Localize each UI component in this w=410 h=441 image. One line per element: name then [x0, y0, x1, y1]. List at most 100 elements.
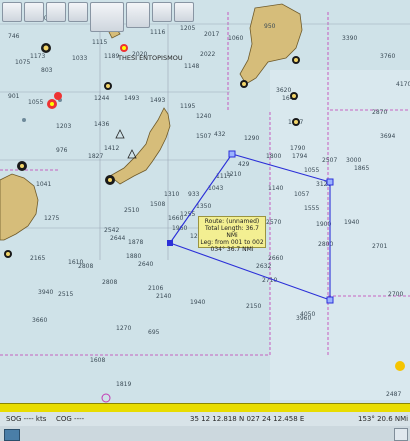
depth-sounding: 3660: [32, 317, 47, 324]
depth-sounding: 901: [8, 93, 20, 100]
depth-sounding: 1880: [126, 253, 141, 260]
depth-sounding: 3620: [276, 87, 291, 94]
depth-sounding: 1270: [116, 325, 131, 332]
depth-sounding: 2660: [268, 255, 283, 262]
depth-sounding: 2570: [266, 219, 281, 226]
menu-button[interactable]: [2, 2, 22, 22]
depth-sounding: 1610: [68, 259, 83, 266]
route-waypoint-001[interactable]: [167, 240, 173, 246]
depth-sounding: 1041: [36, 181, 51, 188]
depth-sounding: 2808: [102, 279, 117, 286]
place-label: THESI ENTOPISMOU: [117, 54, 183, 62]
depth-sounding: 933: [188, 191, 200, 198]
depth-sounding: 1203: [56, 123, 71, 130]
depth-sounding: 2510: [124, 207, 139, 214]
depth-sounding: 1350: [196, 203, 211, 210]
zoom-out-button[interactable]: [46, 2, 66, 22]
nautical-chart[interactable]: 7461029111511161205201720221060950339037…: [0, 0, 410, 403]
depth-sounding: 1310: [164, 191, 179, 198]
depth-sounding: 1290: [244, 135, 259, 142]
depth-sounding: 2165: [30, 255, 45, 262]
depth-sounding: 1115: [92, 39, 107, 46]
tools-button[interactable]: [174, 2, 194, 22]
depth-sounding: 1900: [316, 221, 331, 228]
depth-sounding: 1507: [196, 133, 211, 140]
depth-sounding: 3940: [38, 289, 53, 296]
depth-sounding: 1244: [94, 95, 109, 102]
depth-sounding: 3694: [380, 133, 395, 140]
info-bar: SOG ---- kts COG ---- 35 12 12.818 N 027…: [0, 412, 410, 426]
depth-sounding: 1055: [28, 99, 43, 106]
depth-sounding: 1173: [30, 53, 45, 60]
depth-sounding: 1878: [128, 239, 143, 246]
chart-icon[interactable]: [4, 429, 20, 441]
depth-sounding: 2150: [246, 303, 261, 310]
depth-sounding: 4170: [396, 81, 410, 88]
depth-sounding: 1800: [266, 153, 281, 160]
depth-sounding: 1240: [196, 113, 211, 120]
bottom-bar: [0, 426, 410, 441]
depth-sounding: 2640: [138, 261, 153, 268]
depth-sounding: 3390: [342, 35, 357, 42]
depth-sounding: 1508: [150, 201, 165, 208]
depth-sounding: 1148: [184, 63, 199, 70]
bearing-distance-readout: 153° 20.6 NMi: [358, 415, 409, 423]
depth-sounding: 1075: [15, 59, 30, 66]
route-tooltip-line: 034° 36.7 NMi: [210, 246, 254, 253]
route-tooltip: Route: (unnamed) Total Length: 36.7 NMi …: [198, 216, 266, 253]
depth-sounding: 2700: [388, 291, 403, 298]
position-readout: 35 12 12.818 N 027 24 12.458 E: [190, 415, 305, 423]
depth-sounding: 1794: [292, 153, 307, 160]
depth-sounding: 2644: [110, 235, 125, 242]
route-waypoint-004[interactable]: [326, 296, 334, 304]
depth-sounding: 1275: [44, 215, 59, 222]
depth-sounding: 2542: [104, 227, 119, 234]
route-tooltip-line: Leg: from 001 to 002: [200, 239, 264, 246]
depth-sounding: 803: [41, 67, 53, 74]
route-button[interactable]: [152, 2, 172, 22]
depth-sounding: 976: [56, 147, 68, 154]
depth-sounding: 2022: [200, 51, 215, 58]
depth-sounding: 1827: [88, 153, 103, 160]
route-waypoint-003[interactable]: [326, 178, 334, 186]
depth-sounding: 1790: [290, 145, 305, 152]
depth-sounding: 2632: [256, 263, 271, 270]
zoom-in-button[interactable]: [24, 2, 44, 22]
ship-button[interactable]: [90, 2, 124, 32]
depth-sounding: 432: [214, 131, 226, 138]
depth-sounding: 1940: [190, 299, 205, 306]
depth-sounding: 1493: [124, 95, 139, 102]
depth-sounding: 1865: [354, 165, 369, 172]
sog-readout: SOG ---- kts: [6, 415, 47, 423]
route-waypoint-002[interactable]: [228, 150, 236, 158]
chart-canvas[interactable]: 7461029111511161205201720221060950339037…: [0, 0, 410, 403]
depth-sounding: 2140: [156, 293, 171, 300]
depth-sounding: 1940: [344, 219, 359, 226]
depth-sounding: 4050: [300, 311, 315, 318]
clock-button[interactable]: [126, 2, 150, 28]
depth-sounding: 3000: [346, 157, 361, 164]
depth-sounding: 1195: [180, 103, 195, 110]
depth-sounding: 1819: [116, 381, 131, 388]
main-toolbar: [0, 0, 410, 34]
depth-sounding: 695: [148, 329, 160, 336]
depth-sounding: 1055: [304, 167, 319, 174]
route-tooltip-line: Total Length: 36.7 NMi: [205, 225, 259, 239]
depth-sounding: 1555: [304, 205, 319, 212]
depth-sounding: 429: [238, 161, 250, 168]
depth-sounding: 1660: [168, 215, 183, 222]
depth-sounding: 2106: [148, 285, 163, 292]
depth-sounding: 1412: [104, 145, 119, 152]
settings-icon[interactable]: [394, 428, 408, 441]
layers-button[interactable]: [68, 2, 88, 22]
depth-sounding: 2870: [372, 109, 387, 116]
depth-sounding: 2507: [322, 157, 337, 164]
depth-sounding: 3760: [380, 53, 395, 60]
cog-readout: COG ----: [56, 415, 85, 423]
depth-sounding: 746: [8, 33, 20, 40]
depth-sounding: 2487: [386, 391, 401, 398]
depth-sounding: 2515: [58, 291, 73, 298]
depth-sounding: 1493: [150, 97, 165, 104]
depth-sounding: 1057: [294, 191, 309, 198]
depth-sounding: 2701: [372, 243, 387, 250]
